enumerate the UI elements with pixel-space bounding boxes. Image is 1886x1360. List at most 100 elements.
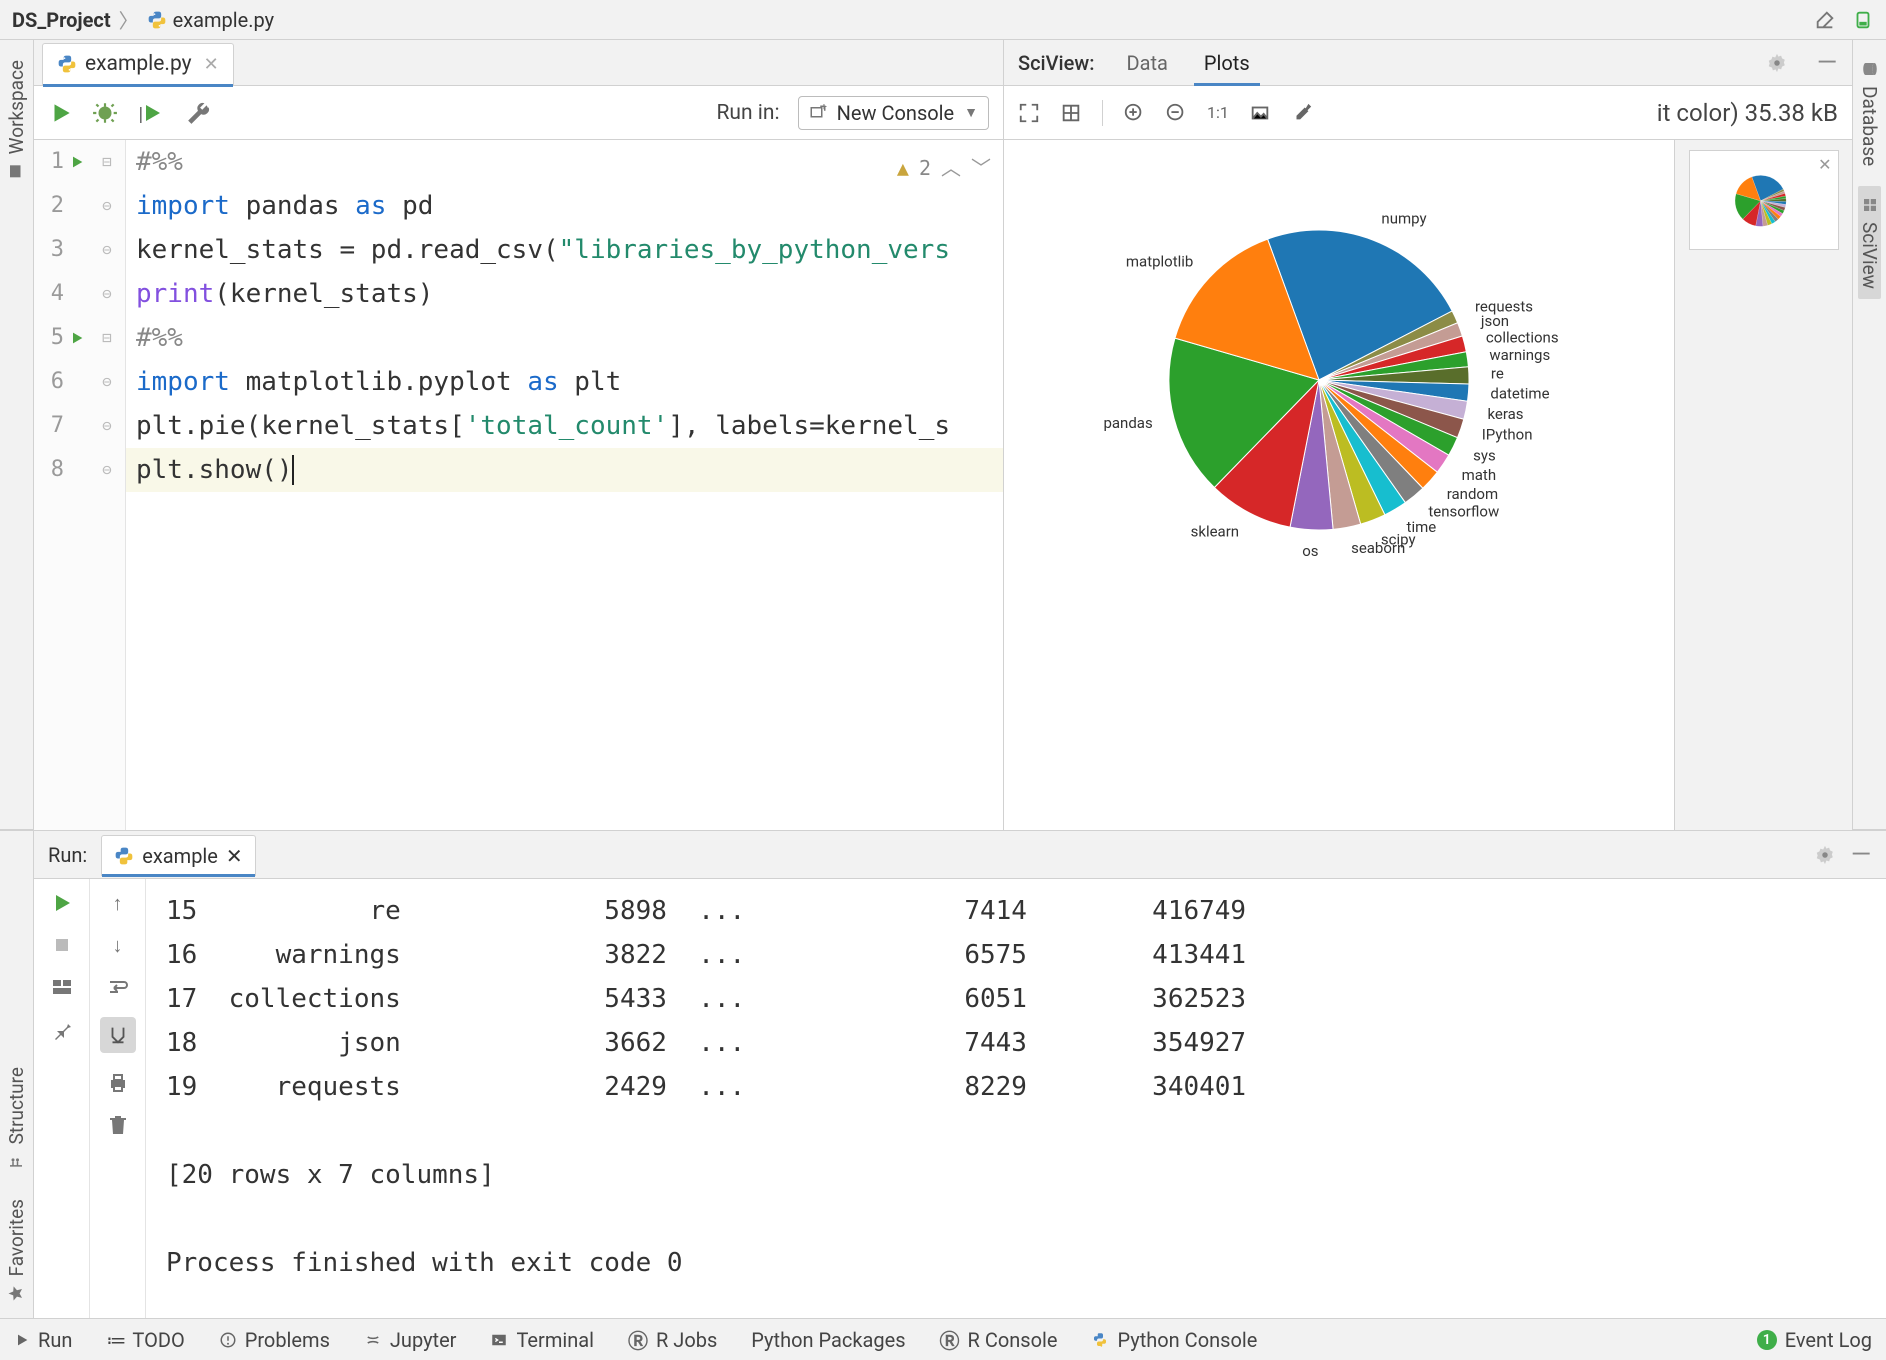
chevron-down-icon: ▼: [964, 104, 978, 121]
bottom-rjobs[interactable]: ⓇR Jobs: [628, 1325, 717, 1354]
jupyter-icon: [364, 1331, 382, 1349]
stop-icon[interactable]: [50, 933, 74, 957]
settings-wrench-icon[interactable]: [186, 100, 212, 126]
editor-lines[interactable]: ▲ 2 ︿ ﹀ #%%import pandas as pdkernel_sta…: [126, 140, 1003, 830]
edit-scratch-icon[interactable]: [1814, 9, 1836, 31]
sciview-tab-data[interactable]: Data: [1122, 41, 1171, 85]
new-console-icon: +: [809, 104, 827, 122]
problems-icon: [219, 1331, 237, 1349]
bottom-rconsole[interactable]: ⓇR Console: [940, 1325, 1058, 1354]
run-in-label: Run in:: [716, 101, 779, 125]
run-cell-button[interactable]: [48, 100, 74, 126]
bottom-jupyter[interactable]: Jupyter: [364, 1328, 457, 1352]
sidebar-favorites[interactable]: Favorites: [5, 1199, 28, 1302]
play-icon: [14, 1332, 30, 1348]
code-editor[interactable]: 1 ⊟2 ⊖3 ⊖4 ⊖5 ⊟6 ⊖7 ⊖8 ⊖ ▲ 2 ︿ ﹀ #%%impo…: [34, 140, 1003, 830]
zoom-out-icon[interactable]: [1165, 102, 1187, 124]
up-icon[interactable]: ↑: [106, 891, 130, 915]
bottom-terminal[interactable]: Terminal: [490, 1328, 594, 1352]
svg-text:collections: collections: [1486, 328, 1559, 346]
sidebar-sciview[interactable]: SciView: [1858, 186, 1881, 299]
print-icon[interactable]: [106, 1071, 130, 1095]
export-icon[interactable]: [1249, 102, 1271, 124]
inspection-badges[interactable]: ▲ 2 ︿ ﹀: [897, 146, 991, 190]
svg-text:tensorflow: tensorflow: [1428, 503, 1499, 521]
actual-size-icon[interactable]: 1:1: [1207, 102, 1229, 124]
bottom-event-log[interactable]: 1 Event Log: [1757, 1328, 1872, 1352]
svg-text:matplotlib: matplotlib: [1126, 252, 1193, 270]
bottom-run[interactable]: Run: [14, 1328, 72, 1352]
bottom-python-packages[interactable]: Python Packages: [751, 1328, 905, 1352]
sidebar-database-label: Database: [1858, 86, 1881, 166]
sciview-panel: SciView: Data Plots — 1:1 it color) 35.3…: [1004, 40, 1852, 830]
trash-icon[interactable]: [106, 1113, 130, 1137]
debug-cell-button[interactable]: [92, 100, 118, 126]
down-icon[interactable]: ↓: [106, 933, 130, 957]
bottom-python-console[interactable]: Python Console: [1091, 1328, 1257, 1352]
grid-icon[interactable]: [1060, 102, 1082, 124]
sidebar-workspace-label: Workspace: [5, 60, 28, 154]
plot-thumbnail[interactable]: ✕: [1689, 150, 1839, 250]
run-header: Run: example ✕ —: [34, 831, 1886, 879]
run-in-select[interactable]: + New Console ▼: [798, 96, 989, 130]
python-file-icon: [114, 846, 134, 866]
run-in-value: New Console: [837, 101, 955, 125]
python-file-icon: [147, 10, 167, 30]
svg-text:seaborn: seaborn: [1351, 539, 1405, 557]
svg-text:re: re: [1491, 365, 1504, 383]
left-tool-sidebar: Workspace: [0, 40, 34, 830]
pin-icon[interactable]: [50, 1017, 74, 1041]
breadcrumb-project[interactable]: DS_Project: [12, 8, 111, 32]
close-icon[interactable]: ✕: [226, 844, 243, 868]
editor-gutter: 1 ⊟2 ⊖3 ⊖4 ⊖5 ⊟6 ⊖7 ⊖8 ⊖: [34, 140, 126, 830]
run-side-nav: ↑ ↓: [90, 879, 146, 1318]
r-icon: Ⓡ: [628, 1325, 648, 1354]
bottom-problems[interactable]: Problems: [219, 1328, 330, 1352]
minimize-icon[interactable]: —: [1850, 844, 1872, 866]
list-icon: ≔: [106, 1328, 124, 1352]
gear-icon[interactable]: [1766, 52, 1788, 74]
run-side-actions: [34, 879, 90, 1318]
layout-icon[interactable]: [50, 975, 74, 999]
fit-icon[interactable]: [1018, 102, 1040, 124]
conda-env-icon[interactable]: [1852, 9, 1874, 31]
breadcrumb-file[interactable]: example.py: [147, 8, 275, 32]
scroll-to-end-icon[interactable]: [100, 1017, 136, 1053]
soft-wrap-icon[interactable]: [106, 975, 130, 999]
sidebar-workspace[interactable]: Workspace: [5, 60, 28, 180]
run-tab-example[interactable]: example ✕: [101, 835, 255, 876]
chart-area[interactable]: numpyrequestsjsoncollectionswarningsreda…: [1004, 140, 1674, 830]
sciview-header: SciView: Data Plots —: [1004, 40, 1852, 86]
warning-icon: ▲: [897, 146, 909, 190]
rerun-icon[interactable]: [50, 891, 74, 915]
gear-icon[interactable]: [1814, 844, 1836, 866]
right-tool-sidebar: Database SciView: [1852, 40, 1886, 830]
event-count-badge: 1: [1757, 1330, 1777, 1350]
database-icon: [1861, 60, 1879, 78]
run-console[interactable]: 15 re 5898 ... 7414 416749 16 warnings 3…: [146, 879, 1886, 1318]
editor-panel: example.py ✕ | Run in:: [34, 40, 1004, 830]
chevron-up-icon[interactable]: ︿: [941, 146, 961, 190]
chevron-down-icon[interactable]: ﹀: [971, 146, 991, 190]
sidebar-sciview-label: SciView: [1858, 222, 1881, 289]
svg-text:+: +: [821, 104, 827, 113]
minimize-icon[interactable]: —: [1816, 52, 1838, 74]
warning-count: 2: [919, 146, 931, 190]
sidebar-structure[interactable]: Structure: [5, 1067, 28, 1170]
run-and-move-button[interactable]: |: [136, 100, 168, 126]
sidebar-database[interactable]: Database: [1858, 60, 1881, 166]
svg-text:pandas: pandas: [1103, 414, 1152, 432]
close-icon[interactable]: ✕: [204, 54, 219, 75]
editor-tab-example[interactable]: example.py ✕: [42, 43, 234, 86]
svg-text:sys: sys: [1473, 446, 1496, 464]
close-icon[interactable]: ✕: [1818, 155, 1831, 174]
sciview-tab-plots[interactable]: Plots: [1200, 41, 1254, 85]
eyedropper-icon[interactable]: [1291, 102, 1313, 124]
breadcrumb: DS_Project 〉 example.py: [0, 0, 1886, 40]
left-tool-sidebar-bottom: Structure Favorites: [0, 831, 34, 1318]
zoom-in-icon[interactable]: [1123, 102, 1145, 124]
python-file-icon: [57, 54, 77, 74]
svg-text:random: random: [1447, 485, 1498, 503]
bottom-todo[interactable]: ≔TODO: [106, 1328, 184, 1352]
structure-icon: [8, 1153, 26, 1171]
